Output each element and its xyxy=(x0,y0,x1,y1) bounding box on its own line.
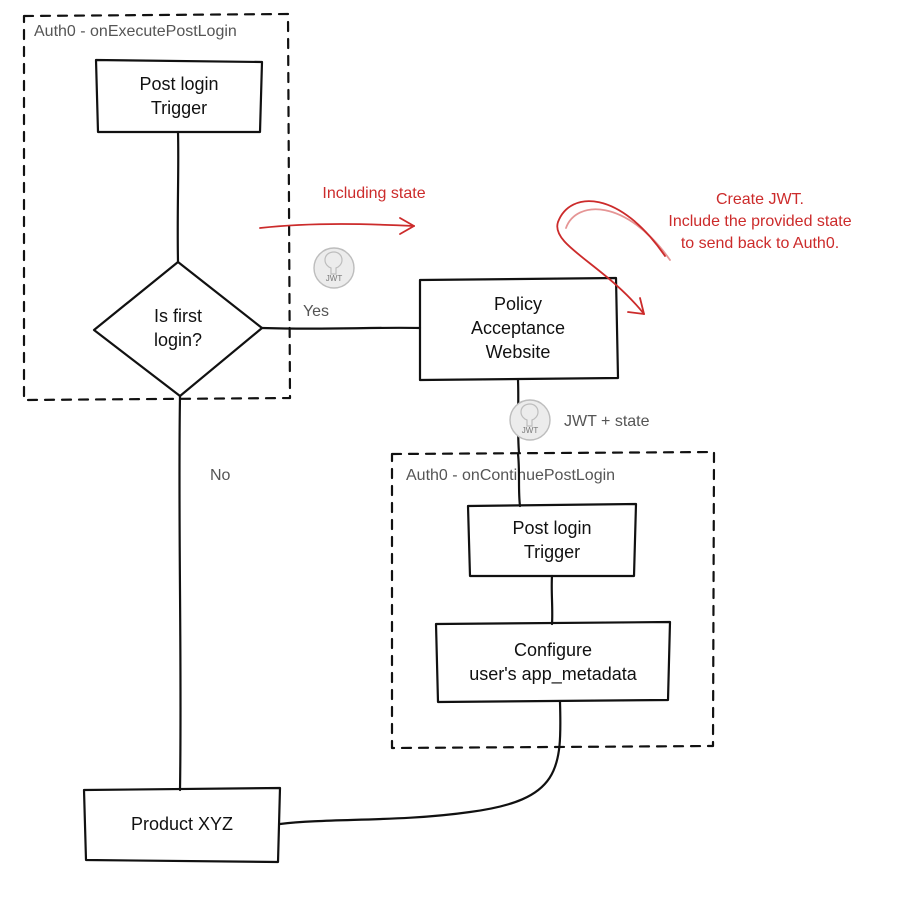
node-postlogin1-line2: Trigger xyxy=(151,98,207,118)
jwt-badge-2-label: JWT xyxy=(522,426,539,435)
node-post-login-trigger-2: Post login Trigger xyxy=(468,504,636,576)
group1-title: Auth0 - onExecutePostLogin xyxy=(34,23,237,40)
annotation-including-state: Including state xyxy=(260,185,426,234)
node-postlogin2-l2: Trigger xyxy=(524,542,580,562)
jwt-badge-1-label: JWT xyxy=(326,274,343,283)
edge-no-label: No xyxy=(210,467,231,484)
node-configure-app-metadata: Configure user's app_metadata xyxy=(436,622,670,702)
anno-including-state: Including state xyxy=(322,185,425,202)
jwt-badge-1: JWT xyxy=(314,248,354,288)
jwt-badge-2: JWT xyxy=(510,400,550,440)
node-policy-l2: Acceptance xyxy=(471,318,565,338)
node-config-l1: Configure xyxy=(514,640,592,660)
node-postlogin2-l1: Post login xyxy=(512,518,591,538)
edge-no xyxy=(179,396,180,790)
node-post-login-trigger-1: Post login Trigger xyxy=(96,60,262,132)
anno-jwt-state: JWT + state xyxy=(564,413,650,430)
edge-to-decision xyxy=(178,132,179,262)
node-config-l2: user's app_metadata xyxy=(469,664,638,685)
node-product-xyz: Product XYZ xyxy=(84,788,280,862)
node-policy-l3: Website xyxy=(486,342,551,362)
node-policy-l1: Policy xyxy=(494,294,542,314)
edge-configure-to-product xyxy=(280,702,560,824)
red-note-l1: Create JWT. xyxy=(716,191,804,208)
decision-line2: login? xyxy=(154,330,202,350)
node-postlogin1-line1: Post login xyxy=(139,74,218,94)
group2-title: Auth0 - onContinuePostLogin xyxy=(406,467,615,484)
node-product-label: Product XYZ xyxy=(131,814,233,834)
red-note-l2: Include the provided state xyxy=(668,213,851,230)
edge-yes-label: Yes xyxy=(303,303,329,320)
node-is-first-login: Is first login? xyxy=(94,262,262,396)
node-policy-acceptance-website: Policy Acceptance Website xyxy=(420,278,618,380)
edge-yes xyxy=(262,328,420,329)
edge-into-group2 xyxy=(518,454,520,506)
edge-postlogin2-down xyxy=(552,576,553,624)
decision-line1: Is first xyxy=(154,306,202,326)
annotation-create-jwt: Create JWT. Include the provided state t… xyxy=(557,191,852,314)
red-note-l3: to send back to Auth0. xyxy=(681,235,839,252)
